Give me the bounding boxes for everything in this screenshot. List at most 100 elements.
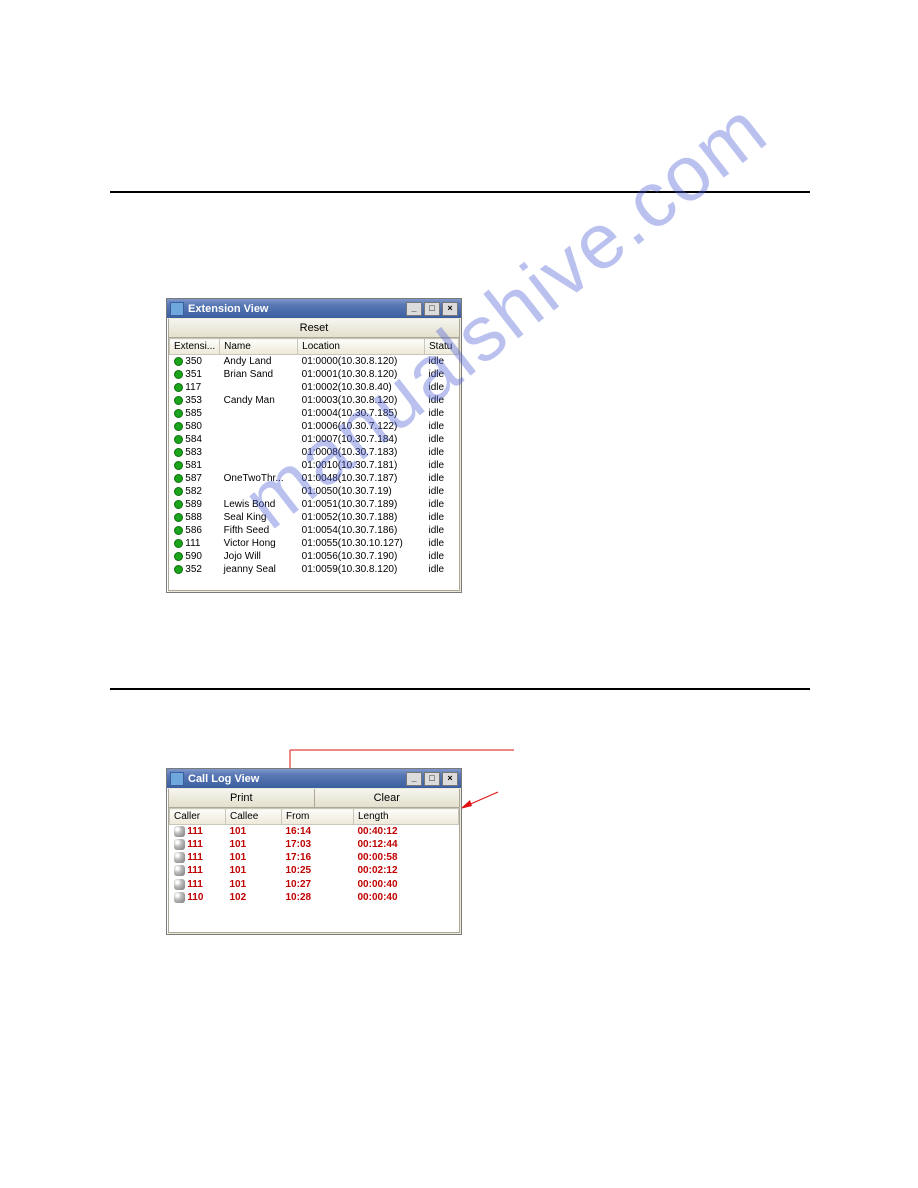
table-row[interactable]: 352jeanny Seal01:0059(10.30.8.120)idle xyxy=(170,563,459,576)
print-button[interactable]: Print xyxy=(169,789,315,807)
cell-length: 00:40:12 xyxy=(354,825,459,839)
table-row[interactable]: 58401:0007(10.30.7.184)idle xyxy=(170,433,459,446)
call-log-toolbar: Print Clear xyxy=(169,789,459,808)
table-row[interactable]: 589Lewis Bond01:0051(10.30.7.189)idle xyxy=(170,498,459,511)
cell-location: 01:0004(10.30.7.185) xyxy=(298,407,425,420)
minimize-button[interactable]: _ xyxy=(406,302,422,316)
phone-icon xyxy=(174,839,185,850)
cell-status: idle xyxy=(425,420,459,433)
cell-name xyxy=(220,381,298,394)
col-location[interactable]: Location xyxy=(298,339,425,355)
cell-location: 01:0003(10.30.8.120) xyxy=(298,394,425,407)
cell-caller: 110 xyxy=(187,892,203,903)
maximize-button[interactable]: □ xyxy=(424,302,440,316)
cell-length: 00:00:58 xyxy=(354,851,459,864)
table-row[interactable]: 586Fifth Seed01:0054(10.30.7.186)idle xyxy=(170,524,459,537)
cell-name xyxy=(220,420,298,433)
cell-ext: 586 xyxy=(185,525,202,536)
cell-name: Brian Sand xyxy=(220,368,298,381)
cell-location: 01:0008(10.30.7.183) xyxy=(298,446,425,459)
table-row[interactable]: 11110110:2500:02:12 xyxy=(170,864,459,877)
cell-length: 00:02:12 xyxy=(354,864,459,877)
table-row[interactable]: 11110110:2700:00:40 xyxy=(170,878,459,891)
cell-location: 01:0059(10.30.8.120) xyxy=(298,563,425,576)
close-button[interactable]: × xyxy=(442,772,458,786)
col-from[interactable]: From xyxy=(282,809,354,825)
table-row[interactable]: 111Victor Hong01:0055(10.30.10.127)idle xyxy=(170,537,459,550)
cell-caller: 111 xyxy=(187,826,203,837)
col-status[interactable]: Statu xyxy=(425,339,459,355)
cell-from: 10:27 xyxy=(282,878,354,891)
table-row[interactable]: 353Candy Man01:0003(10.30.8.120)idle xyxy=(170,394,459,407)
cell-location: 01:0052(10.30.7.188) xyxy=(298,511,425,524)
status-dot-icon xyxy=(174,370,183,379)
cell-from: 17:03 xyxy=(282,838,354,851)
cell-ext: 587 xyxy=(185,473,202,484)
close-button[interactable]: × xyxy=(442,302,458,316)
cell-callee: 101 xyxy=(226,825,282,839)
cell-name: Seal King xyxy=(220,511,298,524)
phone-icon xyxy=(174,879,185,890)
table-row[interactable]: 11010210:2800:00:40 xyxy=(170,891,459,904)
table-row[interactable]: 587 OneTwoThr...01:0048(10.30.7.187)idle xyxy=(170,472,459,485)
cell-status: idle xyxy=(425,433,459,446)
col-extension[interactable]: Extensi... xyxy=(170,339,220,355)
col-length[interactable]: Length xyxy=(354,809,459,825)
cell-location: 01:0048(10.30.7.187) xyxy=(298,472,425,485)
cell-status: idle xyxy=(425,381,459,394)
status-dot-icon xyxy=(174,500,183,509)
call-log-table[interactable]: Caller Callee From Length 11110116:1400:… xyxy=(169,808,459,904)
cell-name: OneTwoThr... xyxy=(220,472,298,485)
cell-caller: 111 xyxy=(187,852,203,863)
cell-status: idle xyxy=(425,550,459,563)
table-row[interactable]: 590Jojo Will01:0056(10.30.7.190)idle xyxy=(170,550,459,563)
cell-status: idle xyxy=(425,537,459,550)
cell-name: Candy Man xyxy=(220,394,298,407)
table-row[interactable]: 11701:0002(10.30.8.40)idle xyxy=(170,381,459,394)
minimize-button[interactable]: _ xyxy=(406,772,422,786)
table-row[interactable]: 588Seal King01:0052(10.30.7.188)idle xyxy=(170,511,459,524)
status-dot-icon xyxy=(174,565,183,574)
table-row[interactable]: 350Andy Land01:0000(10.30.8.120)idle xyxy=(170,355,459,369)
cell-ext: 350 xyxy=(185,356,202,367)
phone-icon xyxy=(174,892,185,903)
extension-view-titlebar[interactable]: Extension View _ □ × xyxy=(167,299,461,318)
annotation-arrow-diagonal xyxy=(460,790,500,810)
status-dot-icon xyxy=(174,461,183,470)
cell-ext: 351 xyxy=(185,369,202,380)
horizontal-rule xyxy=(110,191,810,193)
cell-location: 01:0056(10.30.7.190) xyxy=(298,550,425,563)
status-dot-icon xyxy=(174,552,183,561)
status-dot-icon xyxy=(174,396,183,405)
cell-status: idle xyxy=(425,446,459,459)
table-row[interactable]: 58501:0004(10.30.7.185)idle xyxy=(170,407,459,420)
col-caller[interactable]: Caller xyxy=(170,809,226,825)
col-callee[interactable]: Callee xyxy=(226,809,282,825)
clear-button[interactable]: Clear xyxy=(315,789,460,807)
cell-from: 17:16 xyxy=(282,851,354,864)
col-name[interactable]: Name xyxy=(220,339,298,355)
cell-status: idle xyxy=(425,563,459,576)
extension-table[interactable]: Extensi... Name Location Statu 350Andy L… xyxy=(169,338,459,576)
table-row[interactable]: 58201:0050(10.30.7.19)idle xyxy=(170,485,459,498)
table-row[interactable]: 580 01:0006(10.30.7.122)idle xyxy=(170,420,459,433)
table-row[interactable]: 58101:0010(10.30.7.181)idle xyxy=(170,459,459,472)
call-log-titlebar[interactable]: Call Log View _ □ × xyxy=(167,769,461,788)
cell-ext: 580 xyxy=(185,421,202,432)
horizontal-rule xyxy=(110,688,810,690)
cell-location: 01:0006(10.30.7.122) xyxy=(298,420,425,433)
cell-location: 01:0000(10.30.8.120) xyxy=(298,355,425,369)
cell-location: 01:0054(10.30.7.186) xyxy=(298,524,425,537)
table-row[interactable]: 11110117:0300:12:44 xyxy=(170,838,459,851)
table-row[interactable]: 11110117:1600:00:58 xyxy=(170,851,459,864)
cell-ext: 588 xyxy=(185,512,202,523)
table-row[interactable]: 58301:0008(10.30.7.183)idle xyxy=(170,446,459,459)
status-dot-icon xyxy=(174,422,183,431)
maximize-button[interactable]: □ xyxy=(424,772,440,786)
table-row[interactable]: 11110116:1400:40:12 xyxy=(170,825,459,839)
cell-callee: 102 xyxy=(226,891,282,904)
table-row[interactable]: 351Brian Sand01:0001(10.30.8.120)idle xyxy=(170,368,459,381)
status-dot-icon xyxy=(174,383,183,392)
reset-button[interactable]: Reset xyxy=(169,319,459,337)
cell-status: idle xyxy=(425,472,459,485)
